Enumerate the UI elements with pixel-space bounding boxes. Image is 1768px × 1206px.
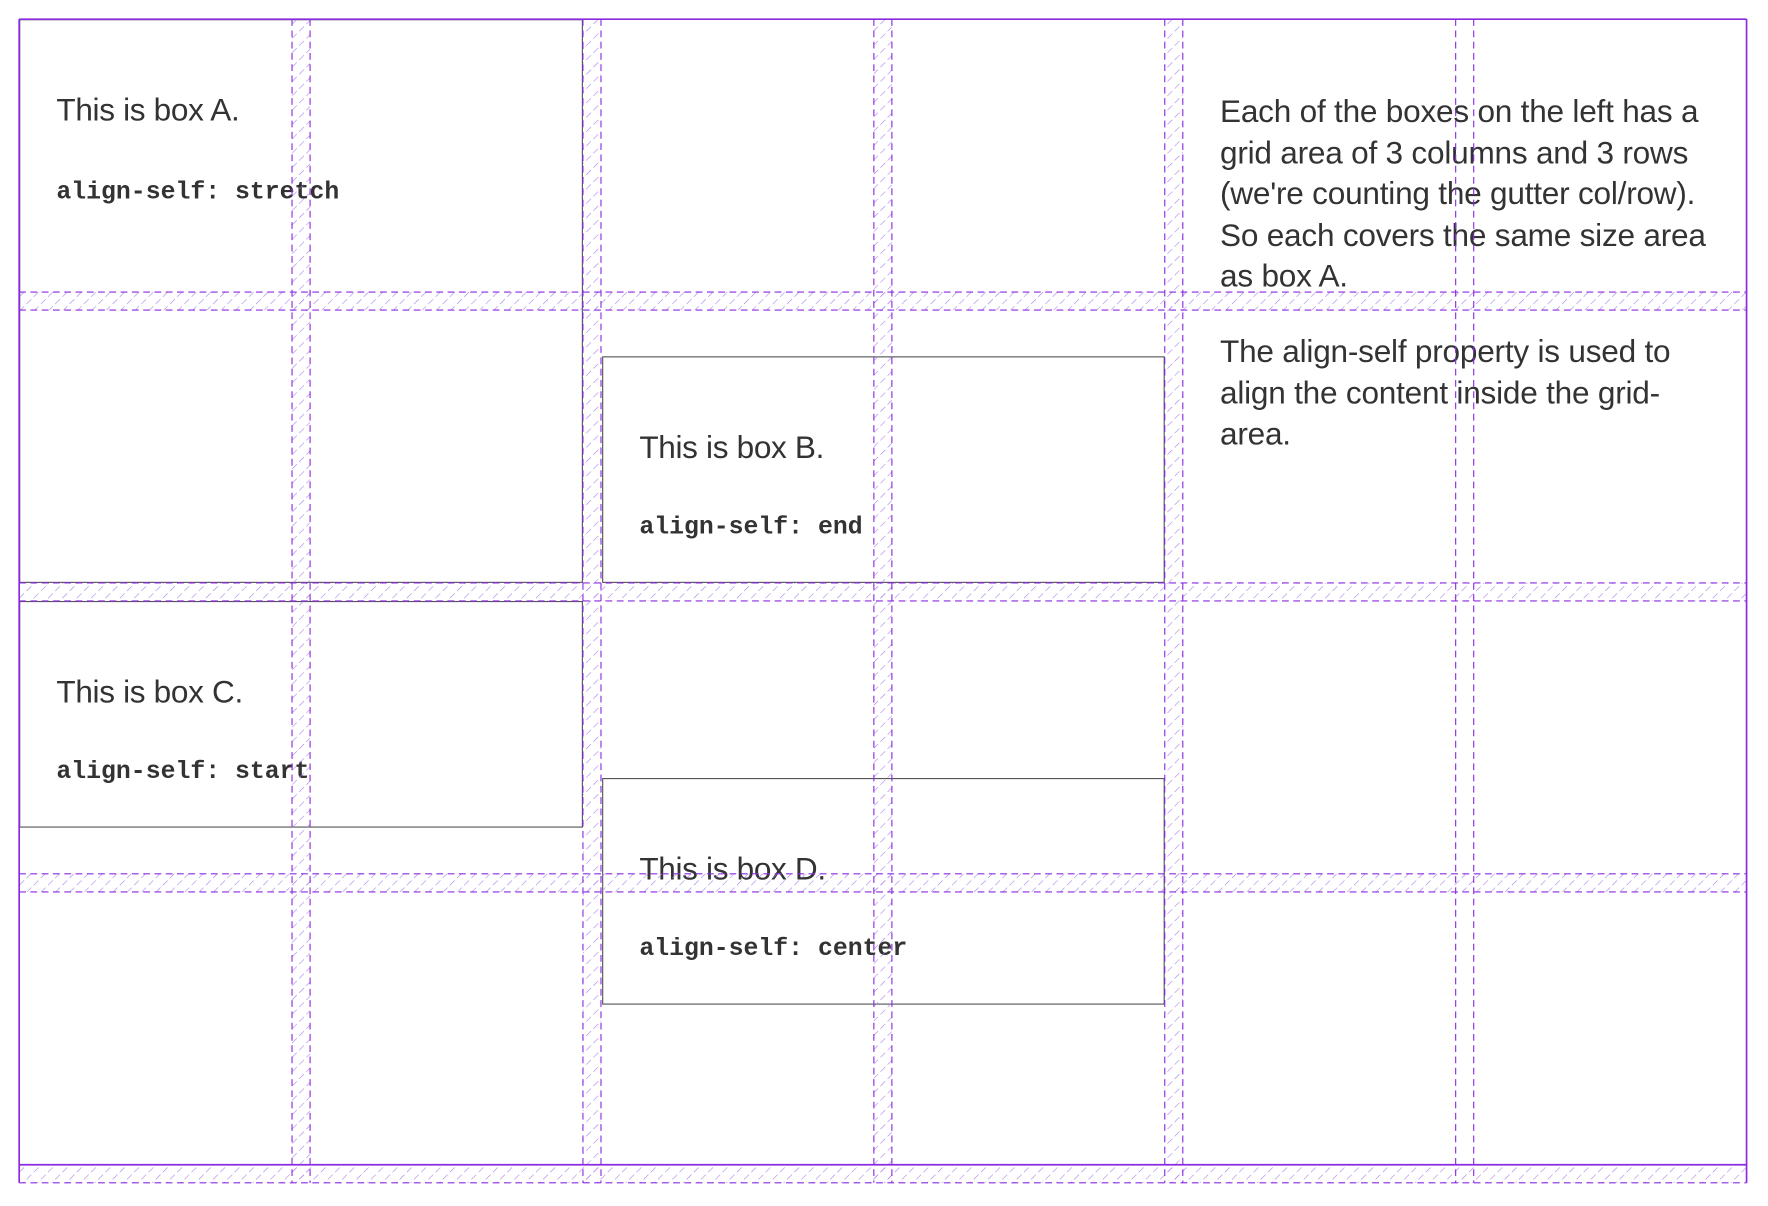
row-gap-4 — [19, 1164, 1747, 1183]
grid-container: This is box A. align-self: stretch This … — [0, 0, 1768, 1206]
box-d-code: align-self: center — [639, 934, 908, 963]
box-b-code: align-self: end — [639, 513, 863, 542]
box-c-code: align-self: start — [56, 757, 310, 786]
description-paragraph-2: The align-self property is used to align… — [1220, 333, 1671, 452]
box-a: This is box A. align-self: stretch — [19, 19, 583, 583]
box-d-title: This is box D. — [639, 851, 826, 887]
box-d: This is box D. align-self: center — [602, 778, 1165, 1005]
box-a-title: This is box A. — [56, 92, 240, 128]
box-b: This is box B. align-self: end — [602, 356, 1165, 583]
row-gap-2 — [19, 582, 1747, 601]
box-a-code: align-self: stretch — [56, 178, 340, 207]
description-paragraph-1: Each of the boxes on the left has a grid… — [1220, 93, 1706, 294]
column-gap-2 — [582, 19, 601, 1183]
box-c-title: This is box C. — [56, 674, 243, 710]
column-gap-4 — [1164, 19, 1183, 1183]
column-gap-3 — [873, 19, 892, 1183]
box-c: This is box C. align-self: start — [19, 600, 583, 828]
box-b-title: This is box B. — [639, 429, 825, 465]
